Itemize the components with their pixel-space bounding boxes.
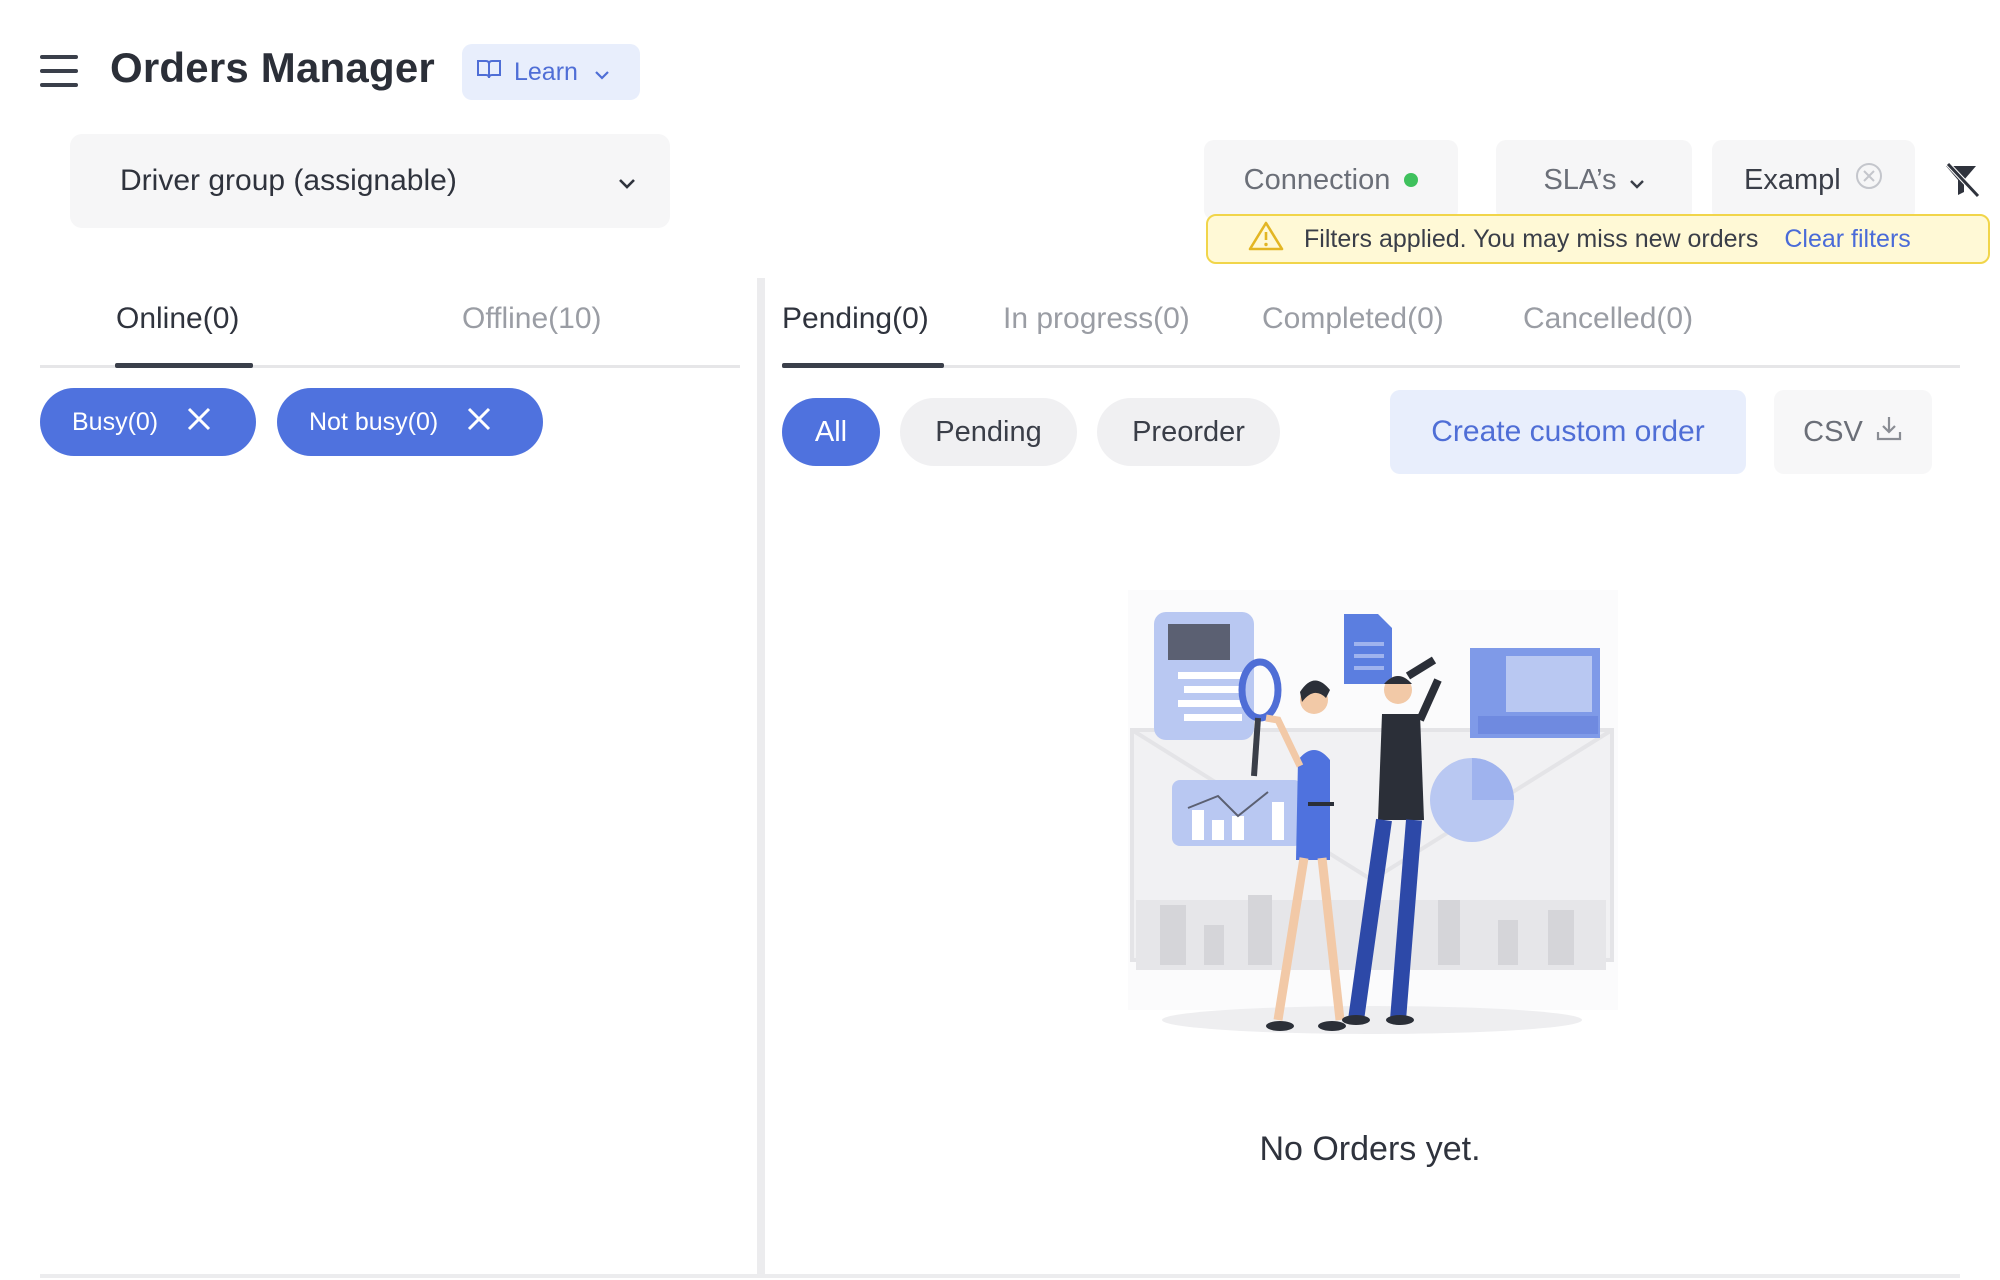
page-title: Orders Manager bbox=[110, 44, 435, 91]
panel-divider[interactable] bbox=[757, 278, 765, 1274]
learn-label: Learn bbox=[514, 57, 578, 86]
chip-label: Not busy(0) bbox=[309, 407, 439, 436]
connection-dot-icon bbox=[1404, 173, 1419, 187]
tab-in-progress[interactable]: In progress(0) bbox=[1003, 302, 1190, 336]
chevron-down-icon bbox=[594, 58, 610, 87]
driver-group-value: Driver group (assignable) bbox=[120, 164, 457, 197]
busy-filter-chip[interactable]: Busy(0) bbox=[40, 388, 256, 456]
tab-completed[interactable]: Completed(0) bbox=[1262, 302, 1444, 336]
filters-warning-banner: Filters applied. You may miss new orders… bbox=[1206, 214, 1990, 264]
example-filter: Example bbox=[1712, 140, 1915, 220]
book-icon bbox=[476, 58, 502, 87]
filter-pending[interactable]: Pending bbox=[900, 398, 1077, 466]
chevron-down-icon bbox=[618, 164, 636, 198]
download-icon bbox=[1875, 414, 1903, 450]
warning-triangle-icon bbox=[1248, 220, 1284, 259]
close-icon[interactable] bbox=[186, 406, 212, 439]
active-tab-indicator bbox=[782, 363, 944, 368]
sla-label: SLA’s bbox=[1543, 163, 1617, 196]
clear-filter-icon[interactable] bbox=[1942, 160, 1982, 200]
driver-status-tabs: Online(0) Offline(10) bbox=[40, 296, 740, 368]
tab-offline[interactable]: Offline(10) bbox=[462, 302, 602, 336]
tab-online[interactable]: Online(0) bbox=[116, 302, 239, 336]
footer-divider bbox=[40, 1274, 1960, 1278]
create-custom-order-button[interactable]: Create custom order bbox=[1390, 390, 1746, 474]
close-icon[interactable] bbox=[466, 406, 492, 439]
not-busy-filter-chip[interactable]: Not busy(0) bbox=[277, 388, 543, 456]
driver-group-select[interactable]: Driver group (assignable) bbox=[70, 134, 670, 228]
empty-state-illustration bbox=[1108, 580, 1628, 1040]
warning-text: Filters applied. You may miss new orders bbox=[1304, 224, 1759, 253]
connection-status: Connection bbox=[1204, 140, 1458, 220]
clear-filters-link[interactable]: Clear filters bbox=[1784, 225, 1910, 254]
order-status-tabs: Pending(0) In progress(0) Completed(0) C… bbox=[782, 296, 1960, 368]
sla-dropdown[interactable]: SLA’s bbox=[1496, 140, 1692, 220]
chip-label: Busy(0) bbox=[72, 407, 159, 436]
csv-export-button[interactable]: CSV bbox=[1774, 390, 1932, 474]
active-tab-indicator bbox=[115, 363, 253, 368]
filter-preorder[interactable]: Preorder bbox=[1097, 398, 1280, 466]
csv-label: CSV bbox=[1803, 415, 1863, 448]
clear-circle-icon[interactable] bbox=[1854, 161, 1884, 199]
chevron-down-icon bbox=[1629, 164, 1645, 197]
example-filter-input[interactable]: Example bbox=[1744, 164, 1840, 197]
connection-label: Connection bbox=[1243, 163, 1391, 196]
menu-icon[interactable] bbox=[40, 55, 78, 87]
tab-pending[interactable]: Pending(0) bbox=[782, 302, 929, 336]
learn-button[interactable]: Learn bbox=[462, 44, 640, 100]
empty-state-message: No Orders yet. bbox=[1259, 1130, 1481, 1168]
tab-cancelled[interactable]: Cancelled(0) bbox=[1523, 302, 1693, 336]
filter-all[interactable]: All bbox=[782, 398, 880, 466]
